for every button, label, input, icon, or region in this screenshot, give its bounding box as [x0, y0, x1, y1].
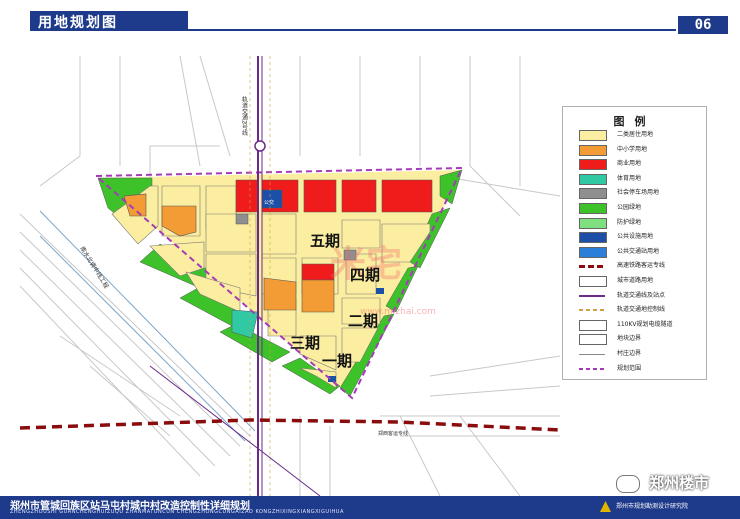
page-number: 06	[678, 16, 728, 34]
dashed-boundary-icon	[579, 367, 605, 370]
footer-pinyin: ZHENGZHOUSHI GUANCHENGHUIZUQU ZHANMATUNC…	[10, 509, 344, 515]
swatch-icon	[579, 276, 607, 287]
legend-label: 公共交通站用地	[617, 247, 660, 255]
legend-item: 公共交通站用地	[579, 246, 704, 258]
rail-line-icon	[579, 265, 605, 269]
swatch-icon	[579, 334, 607, 346]
dashed-line-icon	[579, 309, 605, 312]
legend-label: 地块边界	[617, 335, 642, 343]
swatch-icon	[579, 203, 607, 214]
legend-label: 村庄边界	[617, 350, 642, 357]
legend-item: 轨道交通线及站点	[579, 290, 704, 302]
swatch-icon	[579, 217, 607, 229]
legend-item: 商业用地	[579, 158, 704, 171]
legend-label: 公园绿地	[617, 204, 642, 211]
legend-item: 体育用地	[579, 173, 704, 185]
legend-label: 中小学用地	[617, 145, 648, 153]
legend-label: 商业用地	[617, 160, 642, 168]
legend-label: 城市道路用地	[617, 277, 654, 284]
legend-item: 规划范围	[579, 363, 704, 375]
canal-label: 南水北调中线工程	[78, 245, 110, 290]
phase-label-3: 三期	[290, 334, 320, 352]
facility-label: 公交	[264, 199, 274, 206]
phase-label-2: 二期	[348, 312, 378, 330]
phase-label-5: 五期	[310, 232, 340, 250]
metro-diagonal	[149, 365, 321, 497]
school-swatch-icon	[579, 144, 607, 156]
chat-icon	[616, 474, 640, 493]
sports-swatch-icon	[579, 173, 607, 185]
parking-swatch-icon	[579, 188, 607, 200]
boundary-line-icon	[579, 354, 605, 355]
legend-item: 110KV规划电缆隧道	[579, 319, 704, 331]
phase-label-4: 四期	[350, 266, 380, 284]
legend-item: 中小学用地	[579, 144, 704, 156]
org-logo-icon	[600, 501, 611, 512]
legend-label: 二类居住用地	[617, 131, 654, 138]
legend-label: 规划范围	[617, 364, 642, 372]
swatch-icon	[579, 130, 607, 141]
legend-label: 公共设施用地	[617, 233, 654, 241]
swatch-icon	[579, 319, 607, 331]
legend-item: 公园绿地	[579, 202, 704, 214]
phase-label-1: 一期	[322, 352, 352, 370]
legend-item: 社会停车场用地	[579, 187, 704, 200]
high-speed-rail	[19, 418, 561, 432]
swatch-icon	[579, 232, 607, 244]
legend-label: 社会停车场用地	[617, 189, 660, 197]
legend-label: 防护绿地	[617, 218, 642, 226]
legend-item: 高速铁路客运专线	[579, 260, 704, 272]
legend-item: 二类居住用地	[579, 129, 704, 141]
social-watermark: 郑州楼市	[616, 472, 709, 493]
legend-item: 地块边界	[579, 333, 704, 346]
metro-line-icon	[579, 294, 605, 297]
legend: 图例 二类居住用地 中小学用地商业用地体育用地社会停车场用地 公园绿地防护绿地公共设…	[562, 106, 707, 380]
land-use-map: 轨道交通2号线 南水北调中线工程 郑西客运专线 公交 米宅 www.mizhai…	[0, 36, 740, 497]
metro-line-label: 轨道交通2号线	[241, 95, 248, 136]
transit-block	[376, 288, 384, 294]
legend-label: 轨道交通地控制线	[617, 306, 666, 314]
legend-label: 110KV规划电缆隧道	[617, 320, 673, 328]
legend-item: 防护绿地	[579, 217, 704, 229]
swatch-icon	[579, 246, 607, 258]
legend-title: 图例	[613, 115, 656, 128]
title-bar: 用地规划图	[30, 11, 188, 31]
footer-org: 郑州市规划勘测设计研究院	[616, 503, 689, 510]
rail-label: 郑西客运专线	[378, 430, 408, 437]
legend-label: 轨道交通线及站点	[617, 291, 666, 299]
page-header: 用地规划图 06	[0, 0, 740, 36]
swatch-icon	[579, 159, 607, 171]
legend-item: 村庄边界	[579, 348, 704, 360]
legend-item: 城市道路用地	[579, 275, 704, 287]
parking-block	[235, 213, 249, 225]
header-rule	[188, 29, 676, 31]
legend-item: 轨道交通地控制线	[579, 304, 704, 316]
page-title: 用地规划图	[38, 15, 118, 31]
page-footer: 郑州市管城回族区站马屯村城中村改造控制性详细规划 ZHENGZHOUSHI GU…	[0, 496, 740, 519]
legend-label: 体育用地	[617, 174, 642, 182]
watermark-text: 郑州楼市	[649, 474, 710, 492]
legend-item: 公共设施用地	[579, 231, 704, 244]
legend-label: 高速铁路客运专线	[617, 262, 666, 270]
